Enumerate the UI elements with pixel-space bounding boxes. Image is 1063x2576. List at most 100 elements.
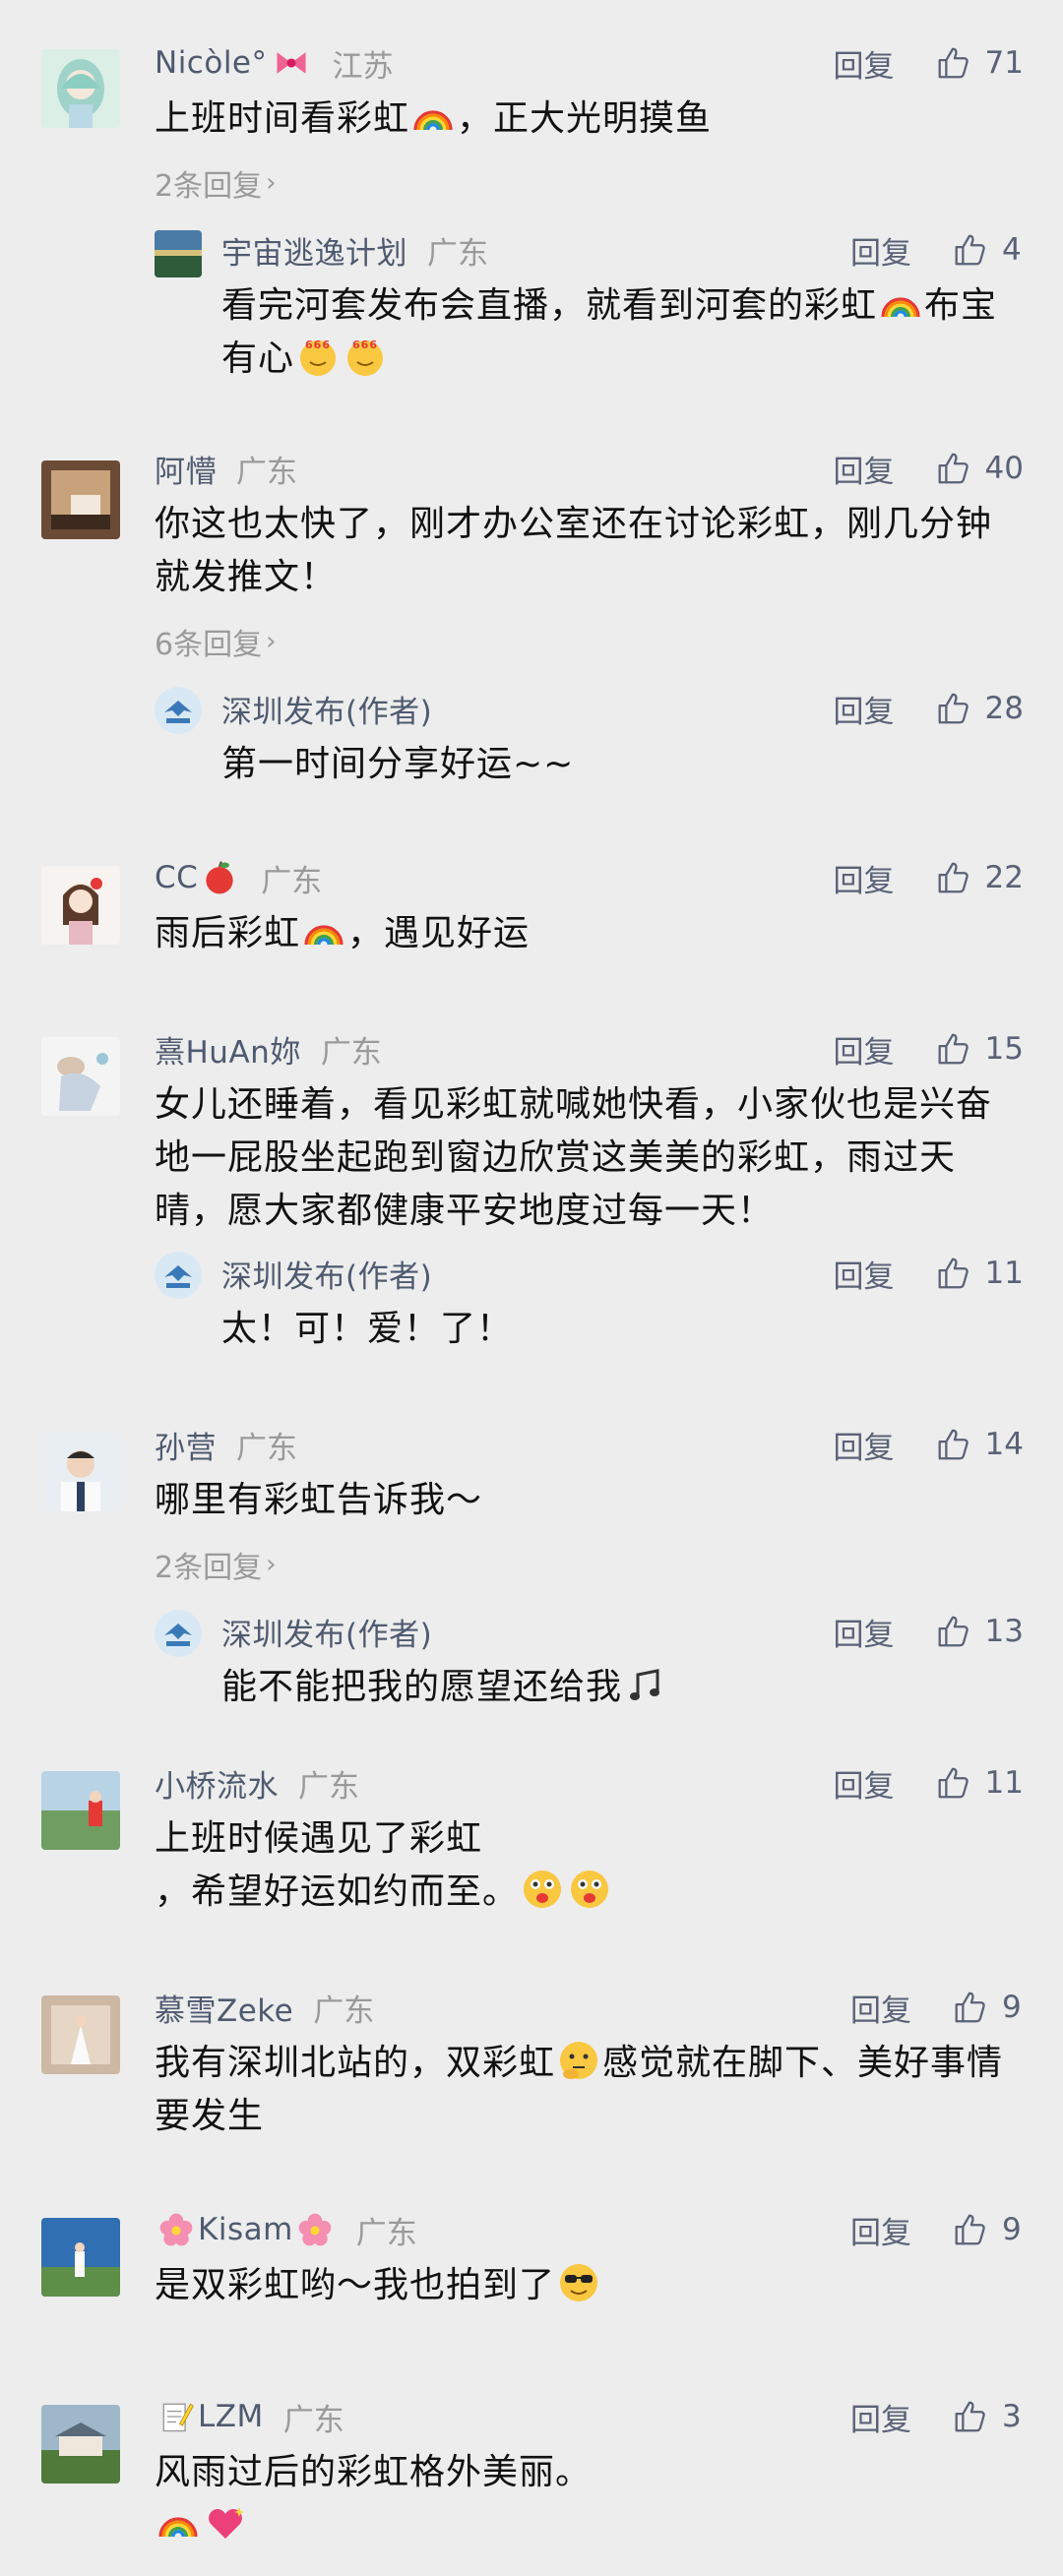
comment-actions: 回复 9 (850, 2200, 1024, 2259)
avatar[interactable] (41, 1771, 120, 1850)
reply-author[interactable]: 深圳发布(作者) (221, 1610, 432, 1654)
tongue-face-emoji (521, 1868, 564, 1911)
comment-text: 我有深圳北站的，双彩虹 感觉就在脚下、美好事情要发生 (155, 2037, 1024, 2143)
comment-author[interactable]: 小桥流水 (155, 1761, 279, 1806)
chevron-right-icon: › (266, 168, 277, 198)
more-replies-label: 6条回复 (155, 628, 263, 662)
comment-text: 女儿还睡着，看见彩虹就喊她快看，小家伙也是兴奋地一屁股坐起跑到窗边欣赏这美美的彩… (155, 1084, 993, 1231)
more-replies-link[interactable]: 6条回复 › (155, 610, 1024, 673)
reply-author[interactable]: 宇宙逃逸计划 (221, 228, 407, 273)
avatar[interactable] (155, 1252, 202, 1299)
reply-button[interactable]: 回复 (834, 687, 895, 731)
reply-button[interactable]: 回复 (834, 447, 895, 491)
rainbow-emoji (411, 94, 455, 138)
comment-actions: 回复 9 (850, 1978, 1024, 2037)
reply-text: 看完河套发布会直播，就看到河套的彩虹 布宝有心 666 666 (221, 279, 1024, 386)
comment-item: Kisam 广东 回复 9 是双彩虹哟～我也拍到了 (0, 2200, 1063, 2312)
like-count: 11 (984, 1256, 1024, 1291)
like-button[interactable]: 4 (951, 231, 1024, 269)
thumb-up-icon (934, 1764, 971, 1802)
reply-author[interactable]: 深圳发布(作者) (221, 1252, 432, 1296)
more-replies-label: 2条回复 (155, 169, 263, 204)
comment-author[interactable]: 慕雪Zeke (155, 1986, 293, 2030)
comment-author[interactable]: 孙营 (155, 1423, 217, 1467)
comment-actions: 回复 40 (834, 439, 1024, 498)
thumb-up-icon (951, 1989, 988, 2026)
comment-author[interactable]: LZM (198, 2399, 264, 2434)
comment-text: 是双彩虹哟～我也拍到了 (155, 2259, 1024, 2312)
sparkling-heart-emoji (204, 2501, 247, 2545)
reply-button[interactable]: 回复 (834, 41, 895, 86)
like-button[interactable]: 13 (934, 1613, 1024, 1650)
like-button[interactable]: 71 (934, 44, 1024, 82)
avatar[interactable] (41, 49, 120, 128)
avatar[interactable] (41, 1037, 120, 1116)
comment-author[interactable]: 熹HuAn妳 (155, 1027, 301, 1072)
like-button[interactable]: 9 (951, 1989, 1024, 2026)
like-button[interactable]: 14 (934, 1426, 1024, 1463)
avatar[interactable] (155, 1610, 202, 1657)
comment-text-part: ，正大光明摸鱼 (457, 98, 713, 139)
comment-author[interactable]: Nicòle° (155, 45, 268, 81)
comment-text: 风雨过后的彩虹格外美丽。 (155, 2446, 1024, 2552)
like-button[interactable]: 9 (951, 2211, 1024, 2248)
memo-emoji (156, 2397, 196, 2436)
more-replies-link[interactable]: 2条回复 › (155, 152, 1024, 215)
comment-item: CC 广东 回复 22 雨后彩虹 ，遇见好运 (0, 848, 1063, 960)
reply-button[interactable]: 回复 (834, 1761, 895, 1806)
comment-author[interactable]: Kisam (198, 2212, 293, 2247)
comment-location: 广东 (261, 863, 323, 899)
thumb-up-icon (934, 450, 971, 487)
comment-author[interactable]: CC (155, 860, 198, 895)
like-button[interactable]: 11 (934, 1255, 1024, 1292)
avatar[interactable] (155, 687, 202, 734)
more-replies-link[interactable]: 2条回复 › (155, 1533, 1024, 1596)
avatar[interactable] (41, 1433, 120, 1511)
comment-text: 上班时间看彩虹 ，正大光明摸鱼 (155, 92, 1024, 146)
comment-actions: 回复 71 (834, 33, 1024, 92)
reply-author[interactable]: 深圳发布(作者) (221, 687, 432, 731)
flower-emoji (295, 2210, 335, 2249)
reply-button[interactable]: 回复 (834, 1027, 895, 1072)
reply-button[interactable]: 回复 (834, 1423, 895, 1467)
avatar[interactable] (41, 1995, 120, 2074)
avatar[interactable] (41, 2218, 120, 2297)
like-button[interactable]: 40 (934, 450, 1024, 487)
svg-text:666: 666 (352, 338, 378, 351)
comment-location: 广东 (313, 1993, 375, 2029)
reply-button[interactable]: 回复 (834, 1252, 895, 1296)
reply-button[interactable]: 回复 (834, 856, 895, 900)
chevron-right-icon: › (266, 627, 277, 656)
comment-text-part: ，遇见好运 (347, 913, 531, 953)
like-button[interactable]: 22 (934, 859, 1024, 896)
thumb-up-icon (951, 2211, 988, 2248)
reply-item: 深圳发布(作者) 回复 13 能不能把我的愿望还给我 (155, 1602, 1024, 1714)
comment-text-line: 上班时候遇见了彩虹 (155, 1818, 483, 1859)
thumb-up-icon (934, 1426, 971, 1463)
reply-button[interactable]: 回复 (834, 1610, 895, 1654)
comment-text: 雨后彩虹 ，遇见好运 (155, 907, 1024, 960)
like-button[interactable]: 15 (934, 1030, 1024, 1068)
thumb-up-icon (934, 1255, 971, 1292)
like-button[interactable]: 3 (951, 2398, 1024, 2435)
reply-button[interactable]: 回复 (850, 1986, 911, 2030)
reply-actions: 回复 13 (834, 1602, 1024, 1661)
more-replies-label: 2条回复 (155, 1551, 263, 1585)
avatar[interactable] (155, 230, 202, 277)
reply-text-part: 看完河套发布会直播，就看到河套的彩虹 (221, 285, 878, 326)
comment-author[interactable]: 阿懵 (155, 447, 217, 491)
comment-location: 广东 (298, 1768, 359, 1805)
reply-button[interactable]: 回复 (850, 2208, 911, 2252)
reply-button[interactable]: 回复 (850, 228, 911, 273)
reply-button[interactable]: 回复 (850, 2395, 911, 2439)
comment-text-part: 上班时间看彩虹 (155, 98, 410, 139)
comment-location: 广东 (236, 1430, 297, 1466)
avatar[interactable] (41, 460, 120, 539)
avatar[interactable] (41, 866, 120, 945)
comment-location: 广东 (236, 454, 297, 490)
like-button[interactable]: 28 (934, 690, 1024, 727)
like-count: 15 (984, 1031, 1024, 1067)
avatar[interactable] (41, 2405, 120, 2484)
comment-location: 江苏 (332, 48, 394, 85)
like-button[interactable]: 11 (934, 1764, 1024, 1802)
